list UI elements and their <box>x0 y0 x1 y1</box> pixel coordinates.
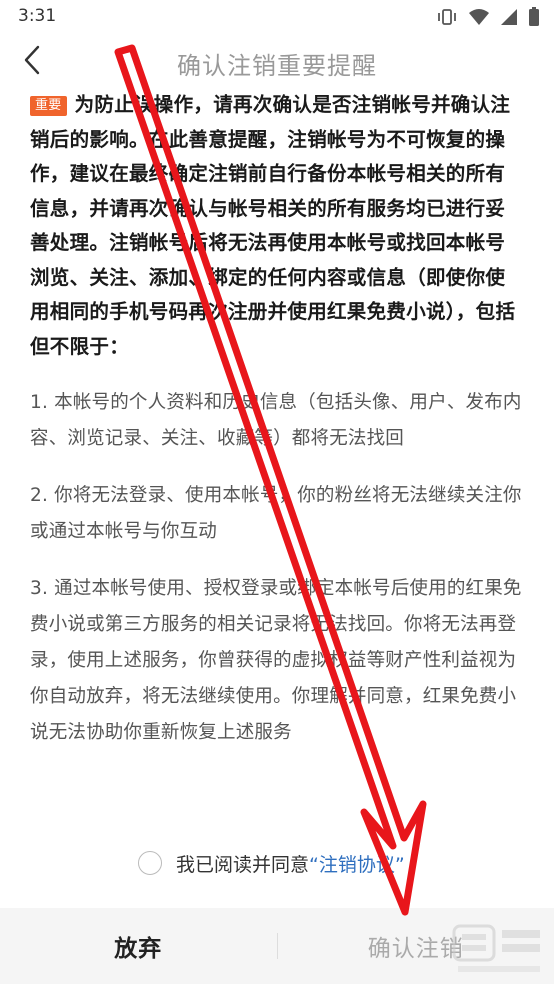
watermark-logo-icon <box>452 924 540 972</box>
clause-1: 1. 本帐号的个人资料和历史信息（包括头像、用户、发布内容、浏览记录、关注、收藏… <box>30 392 522 449</box>
wifi-icon <box>468 8 490 26</box>
clause-3: 3. 通过本帐号使用、授权登录或绑定本帐号后使用的红果免费小说或第三方服务的相关… <box>30 578 522 743</box>
important-text: 为防止误操作，请再次确认是否注销帐号并确认注销后的影响。在此善意提醒，注销帐号为… <box>30 93 516 358</box>
important-badge: 重要 <box>30 96 67 116</box>
agreement-row[interactable]: 我已阅读并同意 “注销协议” <box>138 846 405 880</box>
status-bar: 3:31 <box>0 0 554 34</box>
agree-text: 我已阅读并同意 <box>176 853 310 876</box>
cancel-button[interactable]: 放弃 <box>0 908 277 984</box>
status-icons <box>436 6 540 28</box>
signal-icon <box>500 8 518 26</box>
page-title: 确认注销重要提醒 <box>177 52 377 80</box>
nav-bar: 确认注销重要提醒 <box>0 34 554 90</box>
important-notice: 重要 为防止误操作，请再次确认是否注销帐号并确认注销后的影响。在此善意提醒，注销帐… <box>30 88 524 364</box>
notice-content: 重要 为防止误操作，请再次确认是否注销帐号并确认注销后的影响。在此善意提醒，注销帐… <box>30 88 524 751</box>
status-time: 3:31 <box>18 6 57 26</box>
vibrate-icon <box>436 8 458 26</box>
cancellation-agreement-link[interactable]: “注销协议” <box>309 850 405 877</box>
battery-icon <box>528 7 540 27</box>
agree-radio[interactable] <box>138 851 162 875</box>
clause-2: 2. 你将无法登录、使用本帐号，你的粉丝将无法继续关注你或通过本帐号与你互动 <box>30 485 522 542</box>
